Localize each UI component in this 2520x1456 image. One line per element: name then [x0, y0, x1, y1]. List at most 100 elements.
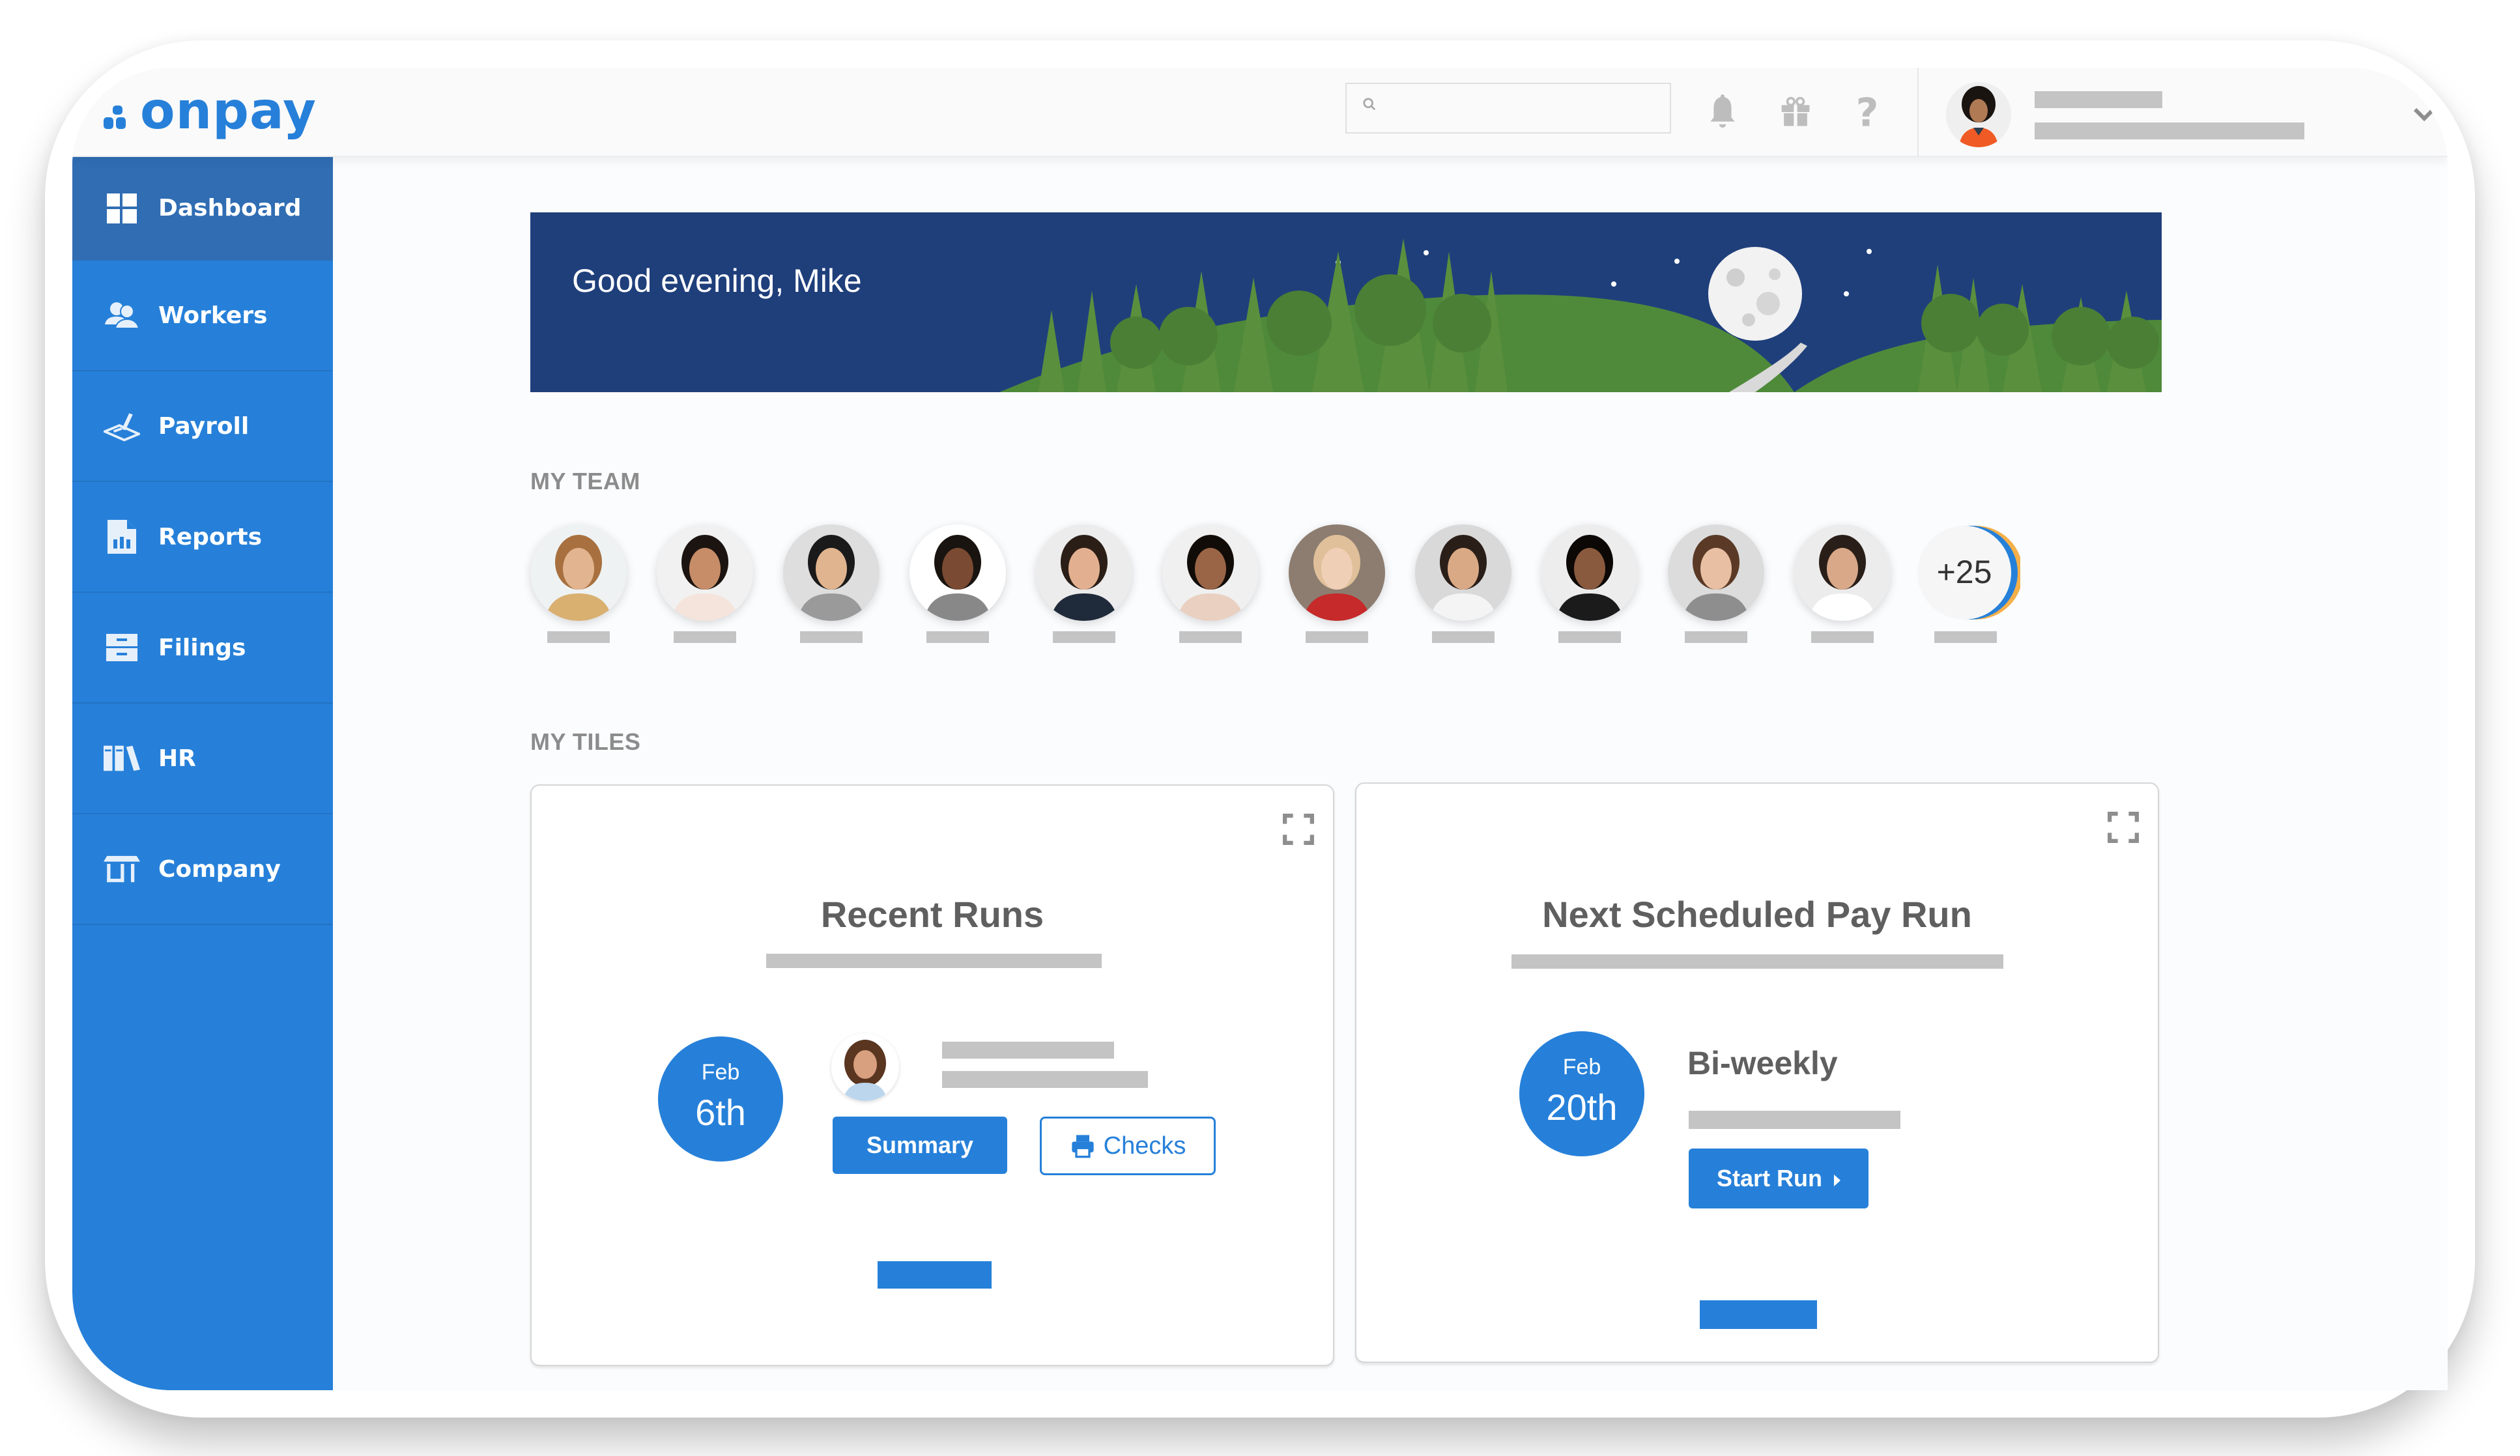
sidebar-item-label: Workers: [158, 302, 268, 329]
dashboard-icon: [104, 193, 140, 224]
sidebar-item-dashboard[interactable]: Dashboard: [72, 156, 333, 261]
user-avatar[interactable]: [1946, 82, 2011, 147]
team-member-avatar[interactable]: [1036, 524, 1132, 621]
user-avatar-image: [1946, 82, 2011, 147]
pay-date-day: 20th: [1546, 1087, 1618, 1128]
search-input[interactable]: [1392, 91, 1655, 127]
team-member-avatar[interactable]: [1794, 524, 1891, 621]
person-photo: [797, 535, 865, 621]
logo-mark-icon: [104, 106, 136, 132]
run-employee-avatar: [831, 1033, 899, 1101]
person-photo: [1809, 535, 1876, 621]
header-divider: [1917, 68, 1919, 156]
logo-text: onpay: [140, 82, 317, 141]
run-date-badge: Feb 6th: [658, 1036, 783, 1162]
workers-icon: [104, 300, 140, 331]
hr-icon: [104, 743, 140, 774]
team-member-avatar[interactable]: [1541, 524, 1638, 621]
checks-label: Checks: [1103, 1132, 1186, 1160]
team-member-name-placeholder: [1432, 631, 1495, 643]
sidebar-item-payroll[interactable]: Payroll: [72, 371, 333, 482]
team-member-avatar[interactable]: [1289, 524, 1385, 621]
printer-icon: [1071, 1135, 1094, 1158]
gift-icon[interactable]: [1779, 93, 1812, 132]
team-member-avatar[interactable]: [530, 524, 627, 621]
sidebar-item-label: HR: [158, 745, 196, 772]
checks-button[interactable]: Checks: [1040, 1117, 1216, 1175]
person-photo: [1303, 535, 1371, 621]
greeting-banner: Good evening, Mike: [530, 212, 2162, 392]
pay-date-month: Feb: [1562, 1055, 1601, 1079]
chevron-down-icon[interactable]: [2411, 100, 2437, 126]
person-photo: [1682, 535, 1750, 621]
person-photo: [1050, 535, 1118, 621]
team-member-name-placeholder: [800, 631, 863, 643]
caret-right-icon: [1834, 1175, 1840, 1186]
team-member-name-placeholder: [547, 631, 610, 643]
recent-runs-link-bar[interactable]: [878, 1261, 992, 1289]
recent-runs-tile: Recent Runs Feb 6th Summary Checks: [530, 784, 1334, 1366]
svg-text:?: ?: [1856, 93, 1879, 132]
app-window: onpay ? Dashboard Workers Payroll Report…: [72, 68, 2448, 1390]
person-photo: [1429, 535, 1497, 621]
moon-icon: [1708, 247, 1802, 341]
subtitle-placeholder: [1511, 954, 2003, 969]
person-photo: [1177, 535, 1244, 621]
expand-icon[interactable]: [1282, 813, 1315, 846]
sidebar-item-label: Reports: [158, 523, 263, 550]
subtitle-placeholder: [766, 954, 1102, 968]
company-icon: [104, 853, 140, 885]
night-landscape-illustration: [999, 238, 2162, 392]
tile-title: Recent Runs: [820, 894, 1044, 935]
help-icon[interactable]: ?: [1851, 93, 1883, 132]
person-photo: [924, 535, 992, 621]
team-member-name-placeholder: [1179, 631, 1242, 643]
sidebar-item-label: Company: [158, 855, 281, 883]
sidebar-item-filings[interactable]: Filings: [72, 593, 333, 704]
sidebar-item-hr[interactable]: HR: [72, 704, 333, 814]
team-member-name-placeholder: [1685, 631, 1747, 643]
sidebar-nav: Dashboard Workers Payroll Reports Filing…: [72, 156, 333, 1390]
start-run-label: Start Run: [1716, 1165, 1822, 1192]
more-team-members-button[interactable]: +25: [1916, 524, 2023, 621]
more-count: +25: [1936, 554, 1992, 590]
user-company-placeholder: [2035, 122, 2304, 139]
sidebar-item-label: Dashboard: [158, 195, 302, 221]
pay-detail-placeholder: [1689, 1111, 1900, 1129]
next-pay-run-link-bar[interactable]: [1700, 1300, 1817, 1329]
pay-date-badge: Feb 20th: [1519, 1031, 1644, 1156]
person-photo: [545, 535, 612, 621]
team-member-avatar[interactable]: [657, 524, 753, 621]
run-date-month: Feb: [701, 1060, 740, 1085]
run-detail-placeholder: [942, 1071, 1148, 1088]
person-photo: [671, 535, 739, 621]
person-photo: [1556, 535, 1624, 621]
summary-button[interactable]: Summary: [833, 1117, 1007, 1174]
team-member-avatar[interactable]: [783, 524, 880, 621]
sidebar-item-reports[interactable]: Reports: [72, 482, 333, 593]
sidebar-item-workers[interactable]: Workers: [72, 261, 333, 371]
filings-icon: [104, 632, 140, 663]
bell-icon[interactable]: [1706, 93, 1739, 132]
my-team-heading: MY TEAM: [530, 468, 640, 494]
pay-frequency: Bi-weekly: [1687, 1045, 1838, 1081]
search-box[interactable]: [1345, 83, 1671, 134]
team-member-name-placeholder: [1934, 631, 1997, 643]
run-name-placeholder: [942, 1042, 1114, 1059]
user-name-placeholder: [2035, 91, 2162, 108]
team-member-name-placeholder: [1306, 631, 1368, 643]
expand-icon[interactable]: [2107, 811, 2140, 844]
onpay-logo[interactable]: onpay: [104, 82, 317, 141]
my-tiles-heading: MY TILES: [530, 728, 641, 755]
team-member-avatar[interactable]: [1668, 524, 1764, 621]
team-member-name-placeholder: [1811, 631, 1874, 643]
start-run-button[interactable]: Start Run: [1689, 1149, 1869, 1208]
team-member-avatar[interactable]: [1415, 524, 1511, 621]
team-member-avatar[interactable]: [1162, 524, 1259, 621]
team-member-name-placeholder: [1053, 631, 1115, 643]
team-member-avatar[interactable]: [909, 524, 1006, 621]
sidebar-item-company[interactable]: Company: [72, 814, 333, 925]
search-icon: [1363, 98, 1376, 111]
sidebar-item-label: Payroll: [158, 412, 250, 440]
team-member-name-placeholder: [1558, 631, 1621, 643]
